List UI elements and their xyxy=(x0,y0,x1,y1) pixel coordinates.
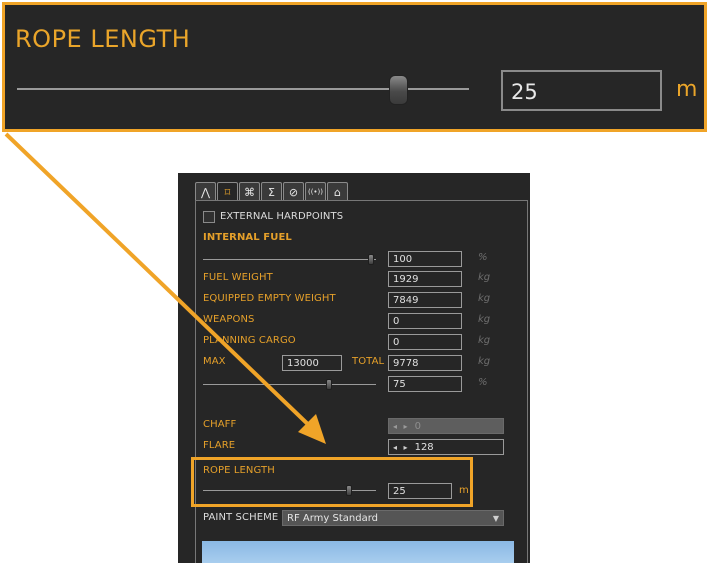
total-weight-input[interactable]: 9778 xyxy=(388,355,462,371)
empty-weight-unit: kg xyxy=(478,293,491,304)
command-icon[interactable]: ⌘ xyxy=(239,182,260,201)
load-slider-track[interactable] xyxy=(203,384,376,385)
external-hardpoints-checkbox[interactable] xyxy=(203,211,215,223)
zoom-rope-length-input[interactable]: 25 xyxy=(501,70,662,111)
internal-fuel-slider-thumb[interactable] xyxy=(368,254,374,265)
chaff-label: CHAFF xyxy=(203,419,237,430)
max-weight-input[interactable]: 13000 xyxy=(282,355,342,371)
weapons-input[interactable]: 0 xyxy=(388,313,462,329)
fuel-weight-label: FUEL WEIGHT xyxy=(203,272,273,283)
flare-spin-arrows-icon[interactable]: ◂ ▸ xyxy=(393,443,410,452)
chaff-spinner[interactable]: ◂ ▸ 0 xyxy=(388,418,504,434)
paint-preview-image xyxy=(202,541,514,563)
flare-spinner[interactable]: ◂ ▸ 128 xyxy=(388,439,504,455)
crosshair-icon[interactable]: ⌑ xyxy=(217,182,238,201)
internal-fuel-slider-track[interactable] xyxy=(203,259,376,260)
empty-weight-label: EQUIPPED EMPTY WEIGHT xyxy=(203,293,336,304)
hangar-icon[interactable]: ⌂ xyxy=(327,182,348,201)
paint-scheme-select[interactable]: RF Army Standard ▼ xyxy=(282,510,504,526)
tab-bar: ⋀ ⌑ ⌘ Σ ⊘ ((•)) ⌂ xyxy=(195,182,348,201)
load-percent-input[interactable]: 75 xyxy=(388,376,462,392)
radio-icon[interactable]: ((•)) xyxy=(305,182,326,201)
flare-label: FLARE xyxy=(203,440,236,451)
zoom-callout: ROPE LENGTH 25 m xyxy=(2,2,707,132)
planning-cargo-unit: kg xyxy=(478,335,491,346)
paint-scheme-value: RF Army Standard xyxy=(287,513,378,524)
chevron-down-icon[interactable]: ▼ xyxy=(493,512,499,525)
zoom-slider-thumb[interactable] xyxy=(389,75,408,105)
external-hardpoints-label: EXTERNAL HARDPOINTS xyxy=(220,211,344,222)
empty-weight-input[interactable]: 7849 xyxy=(388,292,462,308)
zoom-rope-length-title: ROPE LENGTH xyxy=(15,25,191,53)
chaff-value: 0 xyxy=(414,421,421,432)
weapons-unit: kg xyxy=(478,314,491,325)
flare-value: 128 xyxy=(414,442,434,453)
fuel-weight-unit: kg xyxy=(478,272,491,283)
paint-scheme-label: PAINT SCHEME xyxy=(203,512,279,523)
internal-fuel-input[interactable]: 100 xyxy=(388,251,462,267)
rope-length-highlight xyxy=(191,457,473,507)
load-percent-unit: % xyxy=(478,377,488,388)
planning-cargo-input[interactable]: 0 xyxy=(388,334,462,350)
total-weight-unit: kg xyxy=(478,356,491,367)
planning-cargo-label: PLANNING CARGO xyxy=(203,335,296,346)
fuel-weight-input[interactable]: 1929 xyxy=(388,271,462,287)
prohibit-icon[interactable]: ⊘ xyxy=(283,182,304,201)
max-label: MAX xyxy=(203,356,226,367)
internal-fuel-unit: % xyxy=(478,252,488,263)
total-label: TOTAL xyxy=(352,356,385,367)
internal-fuel-label: INTERNAL FUEL xyxy=(203,232,292,243)
route-icon[interactable]: ⋀ xyxy=(195,182,216,201)
zoom-unit-label: m xyxy=(676,77,698,102)
weapons-label: WEAPONS xyxy=(203,314,255,325)
load-slider-thumb[interactable] xyxy=(326,379,332,390)
chaff-spin-arrows-icon[interactable]: ◂ ▸ xyxy=(393,422,410,431)
sigma-icon[interactable]: Σ xyxy=(261,182,282,201)
